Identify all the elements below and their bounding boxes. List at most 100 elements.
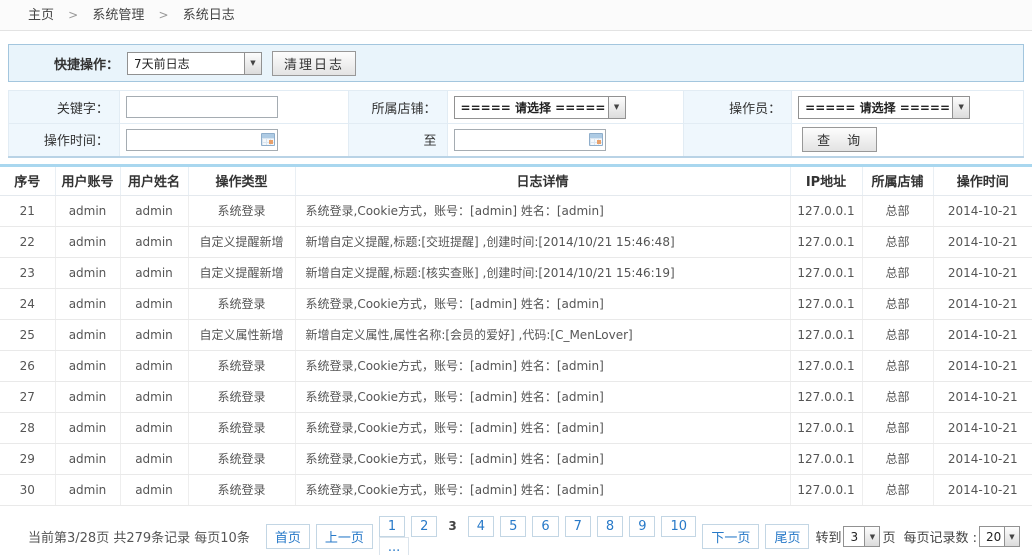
table-cell: 127.0.0.1 (790, 474, 862, 505)
time-label: 操作时间： (9, 124, 120, 157)
shop-select[interactable]: ===== 请选择 ===== ▼ (454, 96, 626, 119)
table-cell: 自定义提醒新增 (188, 257, 295, 288)
table-cell: 系统登录,Cookie方式，账号：[admin] 姓名：[admin] (295, 412, 790, 443)
log-table-header-row: 序号用户账号用户姓名操作类型日志详情IP地址所属店铺操作时间 (0, 165, 1032, 195)
table-cell: 2014-10-21 (933, 350, 1032, 381)
log-range-select-value: 7天前日志 (128, 53, 244, 74)
record-summary: 当前第3/28页 共279条记录 每页10条 (28, 527, 250, 546)
time-from-field (126, 129, 278, 151)
table-cell: 系统登录 (188, 288, 295, 319)
operator-select[interactable]: ===== 请选择 ===== ▼ (798, 96, 970, 119)
table-cell: admin (55, 381, 120, 412)
table-cell: 127.0.0.1 (790, 226, 862, 257)
page-button[interactable]: 2 (411, 516, 437, 537)
table-row: 28adminadmin系统登录系统登录,Cookie方式，账号：[admin]… (0, 412, 1032, 443)
shop-select-value: ===== 请选择 ===== (455, 97, 608, 118)
table-row: 27adminadmin系统登录系统登录,Cookie方式，账号：[admin]… (0, 381, 1032, 412)
table-cell: 自定义提醒新增 (188, 226, 295, 257)
time-from-input[interactable] (127, 130, 277, 150)
page-button[interactable]: 7 (565, 516, 591, 537)
page-button[interactable]: 8 (597, 516, 623, 537)
filter-panel: 关键字： 所属店铺： ===== 请选择 ===== ▼ 操作员： ===== … (8, 90, 1024, 158)
table-cell: admin (55, 288, 120, 319)
table-cell: 系统登录 (188, 381, 295, 412)
table-cell: 系统登录,Cookie方式，账号：[admin] 姓名：[admin] (295, 443, 790, 474)
table-row: 24adminadmin系统登录系统登录,Cookie方式，账号：[admin]… (0, 288, 1032, 319)
table-cell: 自定义属性新增 (188, 319, 295, 350)
page-button[interactable]: 9 (629, 516, 655, 537)
time-to-input[interactable] (455, 130, 605, 150)
chevron-down-icon[interactable]: ▼ (952, 97, 969, 118)
last-page-button[interactable]: 尾页 (765, 524, 809, 549)
column-header: 操作类型 (188, 165, 295, 195)
table-cell: 23 (0, 257, 55, 288)
table-cell: admin (55, 412, 120, 443)
table-cell: 2014-10-21 (933, 319, 1032, 350)
table-cell: 27 (0, 381, 55, 412)
time-from-cell (119, 124, 348, 157)
goto-page-value: 3 (844, 527, 864, 546)
chevron-down-icon[interactable]: ▼ (244, 53, 261, 74)
breadcrumb-system-log-current: 系统日志 (183, 8, 235, 23)
table-row: 21adminadmin系统登录系统登录,Cookie方式，账号：[admin]… (0, 195, 1032, 226)
chevron-down-icon[interactable]: ▼ (1004, 527, 1019, 546)
table-cell: 总部 (862, 350, 933, 381)
table-cell: 系统登录 (188, 443, 295, 474)
breadcrumb-home[interactable]: 主页 (28, 8, 54, 23)
chevron-down-icon[interactable]: ▼ (864, 527, 879, 546)
table-cell: 127.0.0.1 (790, 412, 862, 443)
table-cell: 总部 (862, 257, 933, 288)
table-cell: admin (55, 474, 120, 505)
page-button[interactable]: 1 (379, 516, 405, 537)
table-cell: admin (120, 412, 188, 443)
table-cell: 总部 (862, 412, 933, 443)
shop-cell: ===== 请选择 ===== ▼ (447, 91, 684, 124)
table-cell: 新增自定义提醒,标题:[交班提醒] ,创建时间:[2014/10/21 15:4… (295, 226, 790, 257)
prev-page-button[interactable]: 上一页 (316, 524, 373, 549)
page-button[interactable]: 10 (661, 516, 696, 537)
page-button[interactable]: 5 (500, 516, 526, 537)
quick-actions-bar: 快捷操作： 7天前日志 ▼ 清理日志 (8, 44, 1024, 82)
column-header: 用户姓名 (120, 165, 188, 195)
table-cell: 22 (0, 226, 55, 257)
table-cell: 系统登录 (188, 412, 295, 443)
table-cell: admin (120, 443, 188, 474)
per-page-select[interactable]: 20 ▼ (979, 526, 1020, 547)
table-cell: 新增自定义提醒,标题:[核实查账] ,创建时间:[2014/10/21 15:4… (295, 257, 790, 288)
page-button[interactable]: 6 (532, 516, 558, 537)
search-button[interactable]: 查 询 (802, 127, 877, 152)
log-table-body: 21adminadmin系统登录系统登录,Cookie方式，账号：[admin]… (0, 195, 1032, 505)
table-cell: 系统登录,Cookie方式，账号：[admin] 姓名：[admin] (295, 195, 790, 226)
next-page-button[interactable]: 下一页 (702, 524, 759, 549)
clear-log-button[interactable]: 清理日志 (272, 51, 356, 76)
shop-label: 所属店铺： (348, 91, 447, 124)
table-cell: 127.0.0.1 (790, 195, 862, 226)
table-cell: 127.0.0.1 (790, 257, 862, 288)
breadcrumb-system-management[interactable]: 系统管理 (92, 8, 144, 23)
chevron-down-icon[interactable]: ▼ (608, 97, 625, 118)
first-page-button[interactable]: 首页 (266, 524, 310, 549)
goto-page-select[interactable]: 3 ▼ (843, 526, 880, 547)
column-header: 操作时间 (933, 165, 1032, 195)
table-cell: 2014-10-21 (933, 226, 1032, 257)
table-cell: 系统登录 (188, 350, 295, 381)
current-page: 3 (443, 516, 461, 536)
table-cell: 29 (0, 443, 55, 474)
log-range-select[interactable]: 7天前日志 ▼ (127, 52, 262, 75)
ellipsis-page-button[interactable]: ... (379, 537, 409, 555)
calendar-icon[interactable] (589, 133, 603, 146)
column-header: 日志详情 (295, 165, 790, 195)
table-cell: 2014-10-21 (933, 195, 1032, 226)
table-cell: admin (55, 319, 120, 350)
calendar-icon[interactable] (261, 133, 275, 146)
table-cell: 总部 (862, 195, 933, 226)
table-cell: 总部 (862, 443, 933, 474)
keyword-input[interactable] (126, 96, 278, 118)
table-cell: admin (55, 226, 120, 257)
table-cell: admin (120, 474, 188, 505)
search-cell: 查 询 (792, 124, 1024, 157)
goto-label: 转到 (815, 527, 841, 546)
page-button[interactable]: 4 (468, 516, 494, 537)
column-header: 用户账号 (55, 165, 120, 195)
table-cell: 2014-10-21 (933, 257, 1032, 288)
